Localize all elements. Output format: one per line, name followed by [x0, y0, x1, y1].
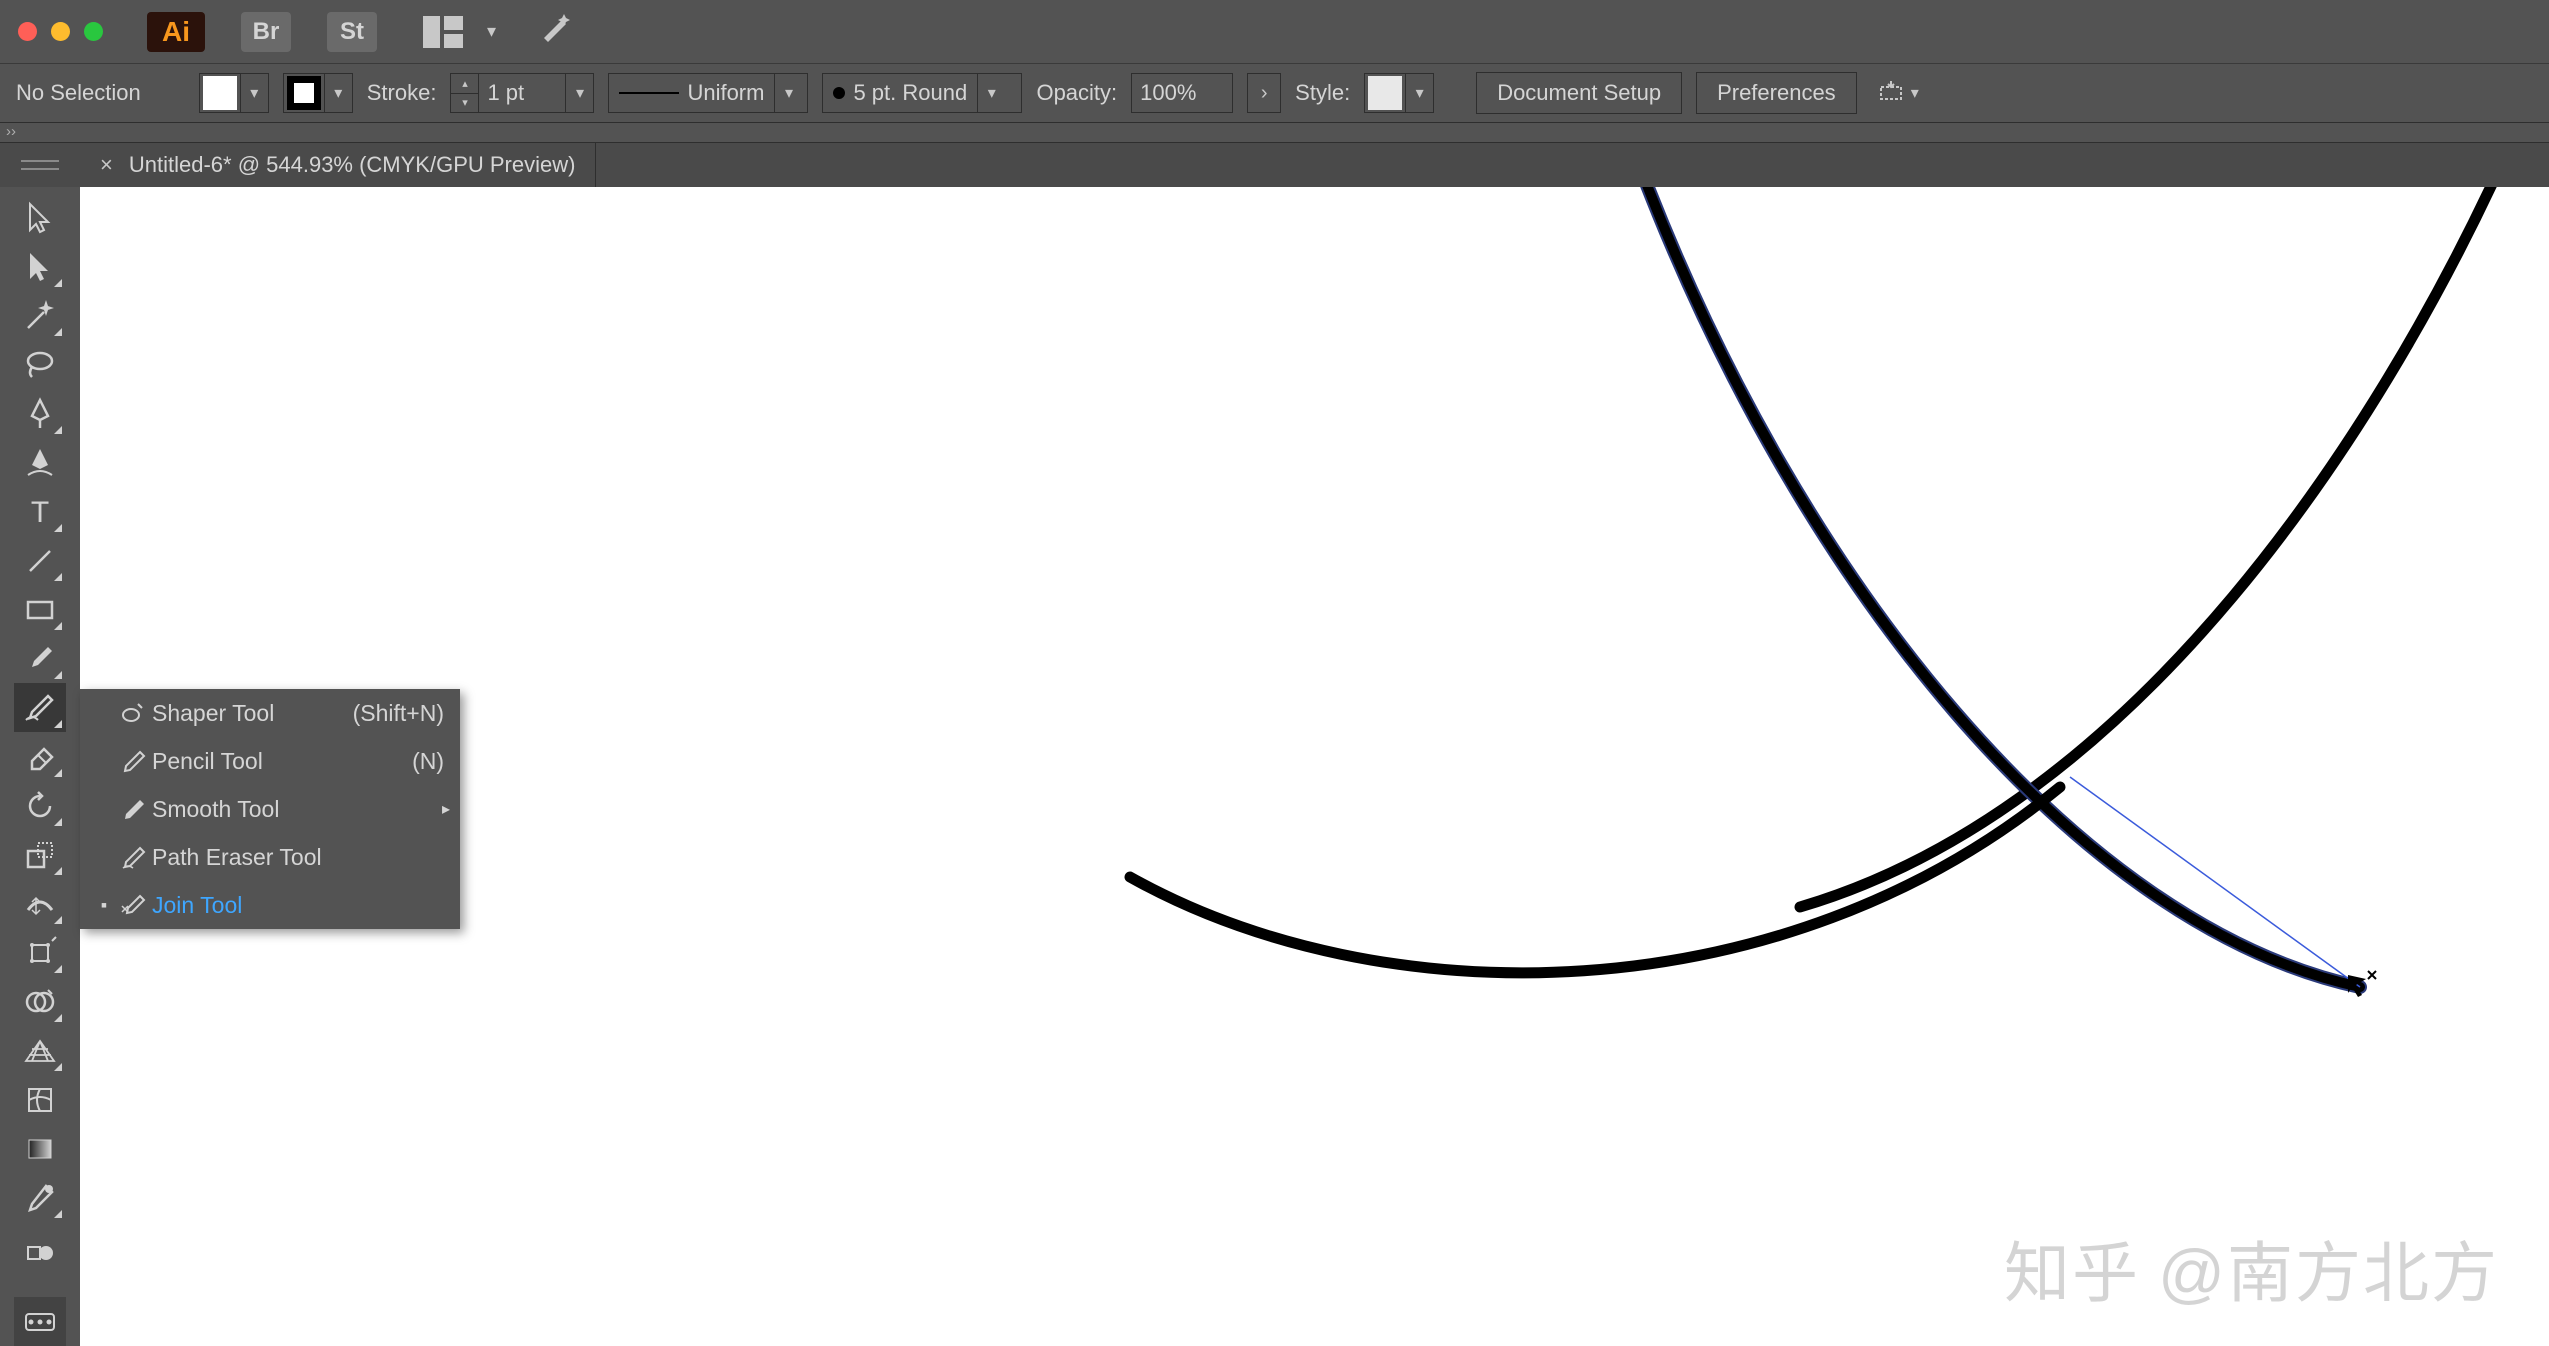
- current-tool-marker: ▪: [94, 895, 114, 916]
- rotate-tool[interactable]: [14, 781, 66, 830]
- stroke-label: Stroke:: [367, 80, 437, 106]
- curvature-tool[interactable]: [14, 438, 66, 487]
- rectangle-tool[interactable]: [14, 585, 66, 634]
- align-to-selection[interactable]: ▾: [1877, 79, 1919, 107]
- document-tab[interactable]: × Untitled-6* @ 544.93% (CMYK/GPU Previe…: [80, 143, 596, 187]
- more-tools-button[interactable]: [14, 1297, 66, 1346]
- flyout-item-label: Path Eraser Tool: [152, 844, 460, 871]
- brush-preview-icon: [833, 87, 845, 99]
- watermark: 知乎 @南方北方: [2004, 1220, 2499, 1316]
- flyout-path-eraser-tool[interactable]: Path Eraser Tool: [80, 833, 460, 881]
- tab-bar-grip[interactable]: [0, 143, 80, 187]
- macos-titlebar: Ai Br St ▾: [0, 0, 2549, 63]
- join-tool-icon: [114, 892, 152, 918]
- stroke-weight-field[interactable]: ▴▾ 1 pt ▾: [450, 73, 594, 113]
- flyout-smooth-tool[interactable]: Smooth Tool ▸: [80, 785, 460, 833]
- flyout-item-label: Pencil Tool: [152, 748, 412, 775]
- path-eraser-tool-icon: [114, 844, 152, 870]
- eyedropper-tool[interactable]: [14, 1173, 66, 1222]
- gradient-tool[interactable]: [14, 1124, 66, 1173]
- watermark-site: 知乎: [2004, 1220, 2140, 1316]
- variable-width-profile[interactable]: Uniform ▾: [608, 73, 808, 113]
- shaper-tool-icon: [114, 700, 152, 726]
- line-segment-tool[interactable]: [14, 536, 66, 585]
- main-area: T Shaper Tool (Shift+N): [0, 187, 2549, 1346]
- scale-tool[interactable]: [14, 830, 66, 879]
- document-tab-title: Untitled-6* @ 544.93% (CMYK/GPU Preview): [129, 152, 576, 178]
- flyout-item-shortcut: (N): [412, 748, 460, 775]
- flyout-item-label: Join Tool: [152, 892, 460, 919]
- magic-wand-tool[interactable]: [14, 291, 66, 340]
- brush-definition[interactable]: 5 pt. Round ▾: [822, 73, 1022, 113]
- arrange-documents-button[interactable]: [419, 12, 467, 52]
- opacity-value[interactable]: 100%: [1132, 80, 1232, 106]
- pencil-tool-icon: [114, 748, 152, 774]
- profile-label: Uniform: [687, 80, 774, 106]
- line-preview-icon: [619, 92, 679, 94]
- flyout-item-label: Smooth Tool: [152, 796, 460, 823]
- smooth-tool-icon: [114, 796, 152, 822]
- opacity-expand-button[interactable]: ›: [1247, 73, 1281, 113]
- graphic-style-swatch[interactable]: ▾: [1364, 73, 1434, 113]
- flyout-item-label: Shaper Tool: [152, 700, 353, 727]
- free-transform-tool[interactable]: [14, 928, 66, 977]
- tool-flyout-menu: Shaper Tool (Shift+N) Pencil Tool (N) Sm…: [80, 689, 460, 929]
- flyout-shaper-tool[interactable]: Shaper Tool (Shift+N): [80, 689, 460, 737]
- fill-dropdown-caret[interactable]: ▾: [240, 74, 268, 112]
- bridge-button[interactable]: Br: [241, 12, 291, 52]
- brush-caret[interactable]: ▾: [977, 74, 1005, 112]
- lasso-tool[interactable]: [14, 340, 66, 389]
- zoom-window-button[interactable]: [84, 22, 103, 41]
- shaper-tool-group[interactable]: [14, 683, 66, 732]
- mesh-tool[interactable]: [14, 1075, 66, 1124]
- opacity-label: Opacity:: [1036, 80, 1117, 106]
- blend-tool[interactable]: [14, 1228, 66, 1277]
- profile-caret[interactable]: ▾: [774, 74, 802, 112]
- stroke-weight-value[interactable]: 1 pt: [479, 80, 565, 106]
- brush-label: 5 pt. Round: [853, 80, 977, 106]
- svg-text:T: T: [31, 496, 49, 529]
- flyout-item-shortcut: (Shift+N): [353, 700, 460, 727]
- preferences-button[interactable]: Preferences: [1696, 72, 1857, 114]
- pen-tool[interactable]: [14, 389, 66, 438]
- options-bar: No Selection ▾ ▾ Stroke: ▴▾ 1 pt ▾ Unifo…: [0, 63, 2549, 123]
- flyout-pencil-tool[interactable]: Pencil Tool (N): [80, 737, 460, 785]
- stroke-weight-stepper[interactable]: ▴▾: [451, 74, 479, 112]
- opacity-field[interactable]: 100%: [1131, 73, 1233, 113]
- stroke-weight-caret[interactable]: ▾: [565, 74, 593, 112]
- document-setup-button[interactable]: Document Setup: [1476, 72, 1682, 114]
- stroke-dropdown-caret[interactable]: ▾: [324, 74, 352, 112]
- fill-swatch[interactable]: ▾: [199, 73, 269, 113]
- app-badge: Ai: [147, 12, 205, 52]
- shape-builder-tool[interactable]: [14, 977, 66, 1026]
- close-window-button[interactable]: [18, 22, 37, 41]
- perspective-grid-tool[interactable]: [14, 1026, 66, 1075]
- arrange-dropdown-caret[interactable]: ▾: [487, 21, 496, 42]
- type-tool[interactable]: T: [14, 487, 66, 536]
- document-tab-bar: × Untitled-6* @ 544.93% (CMYK/GPU Previe…: [0, 143, 2549, 187]
- close-tab-icon[interactable]: ×: [100, 152, 113, 178]
- width-tool[interactable]: [14, 879, 66, 928]
- flyout-join-tool[interactable]: ▪ Join Tool: [80, 881, 460, 929]
- stock-button[interactable]: St: [327, 12, 377, 52]
- direct-selection-tool[interactable]: [14, 242, 66, 291]
- style-caret[interactable]: ▾: [1405, 74, 1433, 112]
- panel-dock-toggle[interactable]: ››: [0, 123, 2549, 143]
- tools-panel: T Shaper Tool (Shift+N): [0, 187, 80, 1346]
- submenu-arrow-icon: ▸: [442, 799, 450, 819]
- eraser-tool[interactable]: [14, 732, 66, 781]
- minimize-window-button[interactable]: [51, 22, 70, 41]
- stroke-swatch[interactable]: ▾: [283, 73, 353, 113]
- paintbrush-tool[interactable]: [14, 634, 66, 683]
- selection-status: No Selection: [16, 80, 141, 106]
- style-label: Style:: [1295, 80, 1350, 106]
- watermark-author: @南方北方: [2158, 1220, 2499, 1316]
- selection-tool[interactable]: [14, 193, 66, 242]
- gpu-preview-icon[interactable]: [538, 10, 572, 53]
